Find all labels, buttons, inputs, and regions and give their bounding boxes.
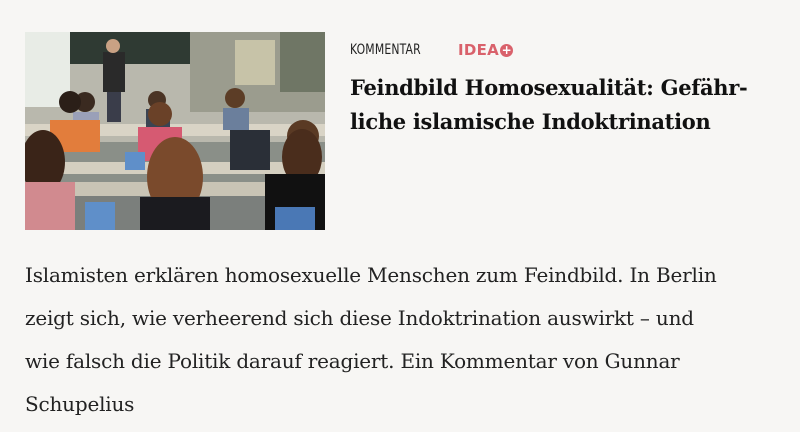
teaser-line: wie falsch die Politik darauf reagiert. … xyxy=(25,349,680,373)
article-meta: Kommentar IDEA + xyxy=(350,40,514,60)
article-teaser: Islamisten erklären homosexuelle Mensche… xyxy=(25,254,785,426)
headline-line: Feindbild Homosexualität: Gefähr- xyxy=(350,75,748,100)
article-thumbnail[interactable] xyxy=(25,32,325,230)
teaser-line: zeigt sich, wie verheerend sich diese In… xyxy=(25,306,694,330)
badge-label: IDEA xyxy=(458,41,500,59)
teaser-line: Schupelius xyxy=(25,392,135,416)
classroom-photo xyxy=(25,32,325,230)
article-headline[interactable]: Feindbild Homosexualität: Gefähr- liche … xyxy=(350,71,780,139)
article-card[interactable]: Kommentar IDEA + Feindbild Homosexualitä… xyxy=(0,0,800,432)
headline-line: liche islamische Indoktrination xyxy=(350,109,711,134)
idea-plus-badge[interactable]: IDEA + xyxy=(458,41,514,59)
plus-icon: + xyxy=(500,42,514,57)
teaser-line: Islamisten erklären homosexuelle Mensche… xyxy=(25,263,717,287)
kicker-label: Kommentar xyxy=(350,42,421,58)
